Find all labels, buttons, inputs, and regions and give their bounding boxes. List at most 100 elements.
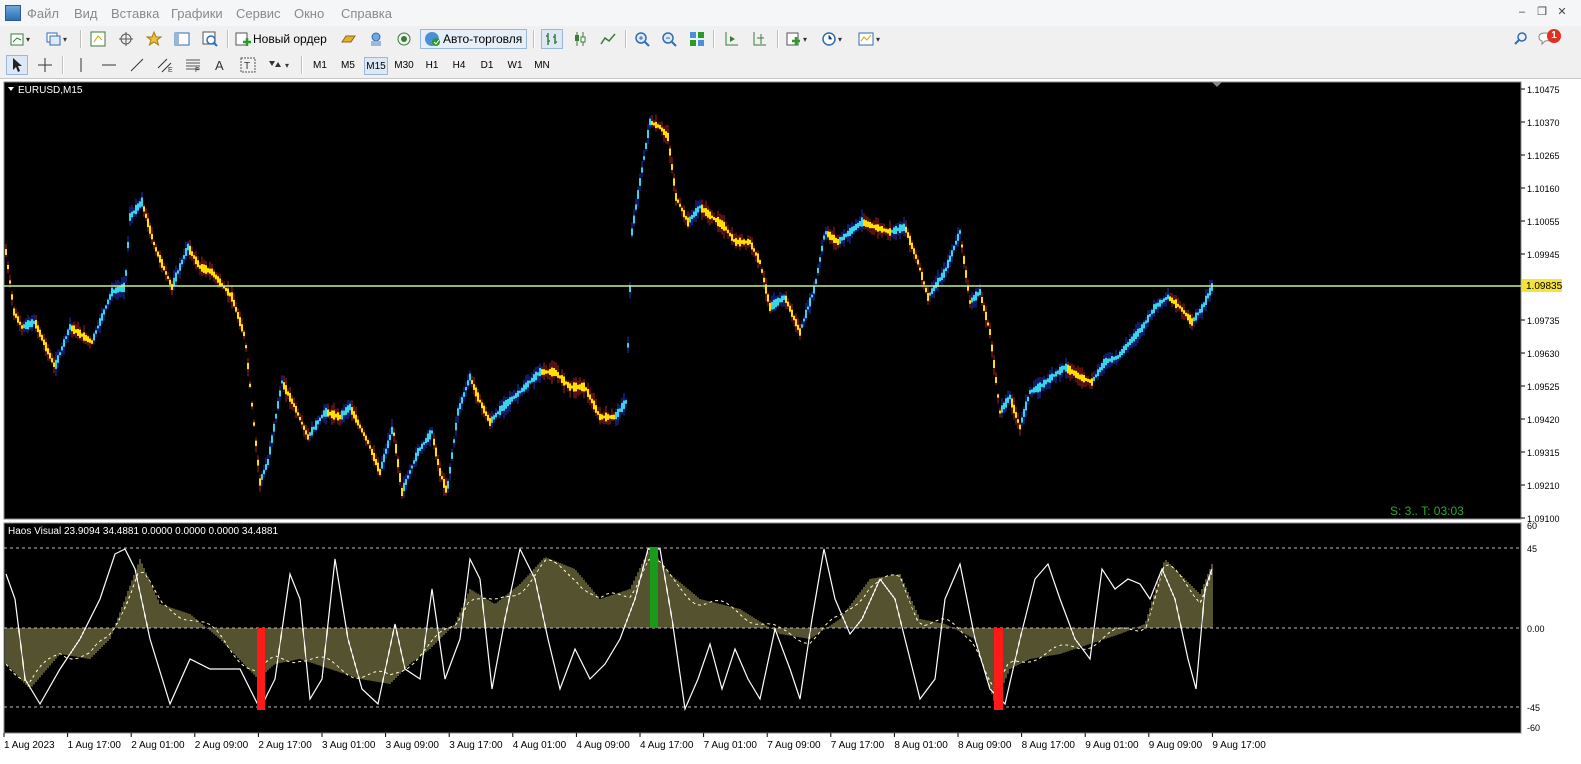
time-tick-label: 4 Aug 01:00 bbox=[513, 740, 567, 751]
templates-icon[interactable]: ▾ bbox=[856, 29, 886, 49]
time-tick-label: 3 Aug 09:00 bbox=[386, 740, 440, 751]
terminal-icon[interactable] bbox=[171, 29, 193, 49]
sell-signal-bar bbox=[257, 628, 265, 710]
price-tick-label: 1.09525 bbox=[1527, 382, 1560, 392]
price-tick-label: 1.09210 bbox=[1527, 481, 1560, 491]
zoom-out-icon[interactable] bbox=[658, 29, 680, 49]
text-label-icon[interactable]: T bbox=[237, 55, 259, 75]
svg-text:▾: ▾ bbox=[838, 35, 842, 44]
candlestick-chart-icon[interactable] bbox=[569, 29, 591, 49]
svg-text:▾: ▾ bbox=[803, 35, 807, 44]
menu-insert[interactable]: Вставка bbox=[111, 6, 159, 21]
bar-chart-icon[interactable] bbox=[541, 29, 563, 49]
menu-help[interactable]: Справка bbox=[341, 6, 392, 21]
minimize-icon[interactable]: – bbox=[1515, 6, 1529, 19]
svg-text:▾: ▾ bbox=[26, 35, 30, 44]
timeframe-h1[interactable]: H1 bbox=[420, 57, 444, 75]
timeframe-h4[interactable]: H4 bbox=[447, 57, 471, 75]
indicator-label: Haos Visual 23.9094 34.4881 0.0000 0.000… bbox=[8, 526, 278, 537]
symbol-label: EURUSD,M15 bbox=[18, 85, 83, 96]
indicator-axis: 60 45 0.00 -45 -60 bbox=[1527, 521, 1545, 733]
menu-view[interactable]: Вид bbox=[74, 6, 98, 21]
trendline-icon[interactable] bbox=[126, 55, 148, 75]
text-icon[interactable]: A bbox=[209, 55, 231, 75]
menu-window[interactable]: Окно bbox=[294, 6, 324, 21]
menu-charts[interactable]: Графики bbox=[171, 6, 223, 21]
indicator-tick-label: -60 bbox=[1527, 723, 1540, 733]
autotrading-icon bbox=[425, 32, 440, 46]
timeframe-m5[interactable]: M5 bbox=[336, 57, 360, 75]
notifications-button[interactable]: 1 bbox=[1537, 29, 1563, 49]
timeframe-m15[interactable]: M15 bbox=[364, 57, 388, 75]
new-order-icon bbox=[235, 32, 251, 46]
indicators-icon[interactable]: ▾ bbox=[784, 29, 814, 49]
periods-clock-icon[interactable]: ▾ bbox=[819, 29, 849, 49]
price-tick-label: 1.09945 bbox=[1527, 250, 1560, 260]
indicator-tick-label: 60 bbox=[1527, 521, 1537, 531]
time-tick-label: 9 Aug 09:00 bbox=[1149, 740, 1203, 751]
indicator-tick-label: -45 bbox=[1527, 703, 1540, 713]
autotrading-button[interactable]: Авто-торговля bbox=[420, 29, 528, 49]
close-icon[interactable]: ✕ bbox=[1555, 6, 1569, 19]
svg-text:E: E bbox=[168, 67, 173, 73]
price-tick-label: 1.10475 bbox=[1527, 85, 1560, 95]
cursor-icon[interactable] bbox=[6, 55, 28, 75]
market-broadcast-icon[interactable] bbox=[393, 29, 415, 49]
svg-text:T: T bbox=[244, 61, 250, 72]
crosshair-navigator-icon[interactable] bbox=[115, 29, 137, 49]
tile-windows-icon[interactable] bbox=[686, 29, 708, 49]
timeframe-mn[interactable]: MN bbox=[530, 57, 554, 75]
time-tick-label: 1 Aug 2023 bbox=[4, 740, 55, 751]
signals-icon[interactable] bbox=[365, 29, 387, 49]
new-chart-icon[interactable]: ▾ bbox=[8, 29, 38, 49]
horizontal-line-icon[interactable] bbox=[98, 55, 120, 75]
timeframe-m1[interactable]: M1 bbox=[308, 57, 332, 75]
timeframe-d1[interactable]: D1 bbox=[475, 57, 499, 75]
time-tick-label: 7 Aug 17:00 bbox=[831, 740, 885, 751]
indicator-tick-label: 45 bbox=[1527, 544, 1537, 554]
restore-icon[interactable]: ❐ bbox=[1535, 6, 1549, 19]
line-studies-toolbar: E F A T ▾ M1 M5 M15 M30 H1 H4 D1 W1 MN bbox=[0, 52, 1581, 79]
time-tick-label: 2 Aug 17:00 bbox=[258, 740, 312, 751]
crosshair-icon[interactable] bbox=[34, 55, 56, 75]
profiles-icon[interactable]: ▾ bbox=[44, 29, 74, 49]
strategy-tester-icon[interactable] bbox=[199, 29, 221, 49]
equidistant-channel-icon[interactable]: E bbox=[154, 55, 176, 75]
new-order-label: Новый ордер bbox=[253, 32, 327, 46]
time-tick-label: 3 Aug 17:00 bbox=[449, 740, 503, 751]
time-tick-label: 4 Aug 17:00 bbox=[640, 740, 694, 751]
price-tick-label: 1.10055 bbox=[1527, 217, 1560, 227]
svg-text:▾: ▾ bbox=[876, 35, 880, 44]
indicator-tick-label: 0.00 bbox=[1527, 624, 1545, 634]
svg-text:F: F bbox=[195, 67, 199, 73]
fibonacci-icon[interactable]: F bbox=[182, 55, 204, 75]
chart-window: EURUSD,M15 Haos Visual 23.9094 34.4881 0… bbox=[0, 79, 1581, 764]
timeframe-w1[interactable]: W1 bbox=[503, 57, 527, 75]
price-tick-label: 1.09735 bbox=[1527, 316, 1560, 326]
new-order-button[interactable]: Новый ордер bbox=[233, 29, 331, 49]
line-chart-icon[interactable] bbox=[597, 29, 619, 49]
auto-scroll-icon[interactable] bbox=[720, 29, 742, 49]
chart-shift-icon[interactable] bbox=[748, 29, 770, 49]
vertical-line-icon[interactable] bbox=[70, 55, 92, 75]
price-tick-label: 1.10370 bbox=[1527, 118, 1560, 128]
buy-signal-bar bbox=[650, 547, 658, 628]
sell-signal-bar bbox=[994, 628, 1003, 710]
svg-text:▾: ▾ bbox=[63, 35, 67, 44]
market-watch-icon[interactable] bbox=[87, 29, 109, 49]
svg-text:▾: ▾ bbox=[285, 61, 289, 70]
gold-bar-icon[interactable] bbox=[337, 29, 359, 49]
arrows-shapes-icon[interactable]: ▾ bbox=[265, 55, 295, 75]
status-text: S: 3.. T: 03:03 bbox=[1390, 504, 1464, 518]
menu-file[interactable]: Файл bbox=[27, 6, 59, 21]
time-tick-label: 7 Aug 09:00 bbox=[767, 740, 821, 751]
search-icon[interactable] bbox=[1510, 29, 1532, 49]
app-icon bbox=[5, 5, 21, 21]
standard-toolbar: ▾ ▾ Новый ордер Авто-торговля ▾ ▾ ▾ 1 bbox=[0, 26, 1581, 52]
zoom-in-icon[interactable] bbox=[631, 29, 653, 49]
timeframe-m30[interactable]: M30 bbox=[391, 57, 417, 75]
navigator-star-icon[interactable] bbox=[143, 29, 165, 49]
time-tick-label: 2 Aug 09:00 bbox=[195, 740, 249, 751]
price-tick-label: 1.10265 bbox=[1527, 151, 1560, 161]
menu-tools[interactable]: Сервис bbox=[236, 6, 281, 21]
